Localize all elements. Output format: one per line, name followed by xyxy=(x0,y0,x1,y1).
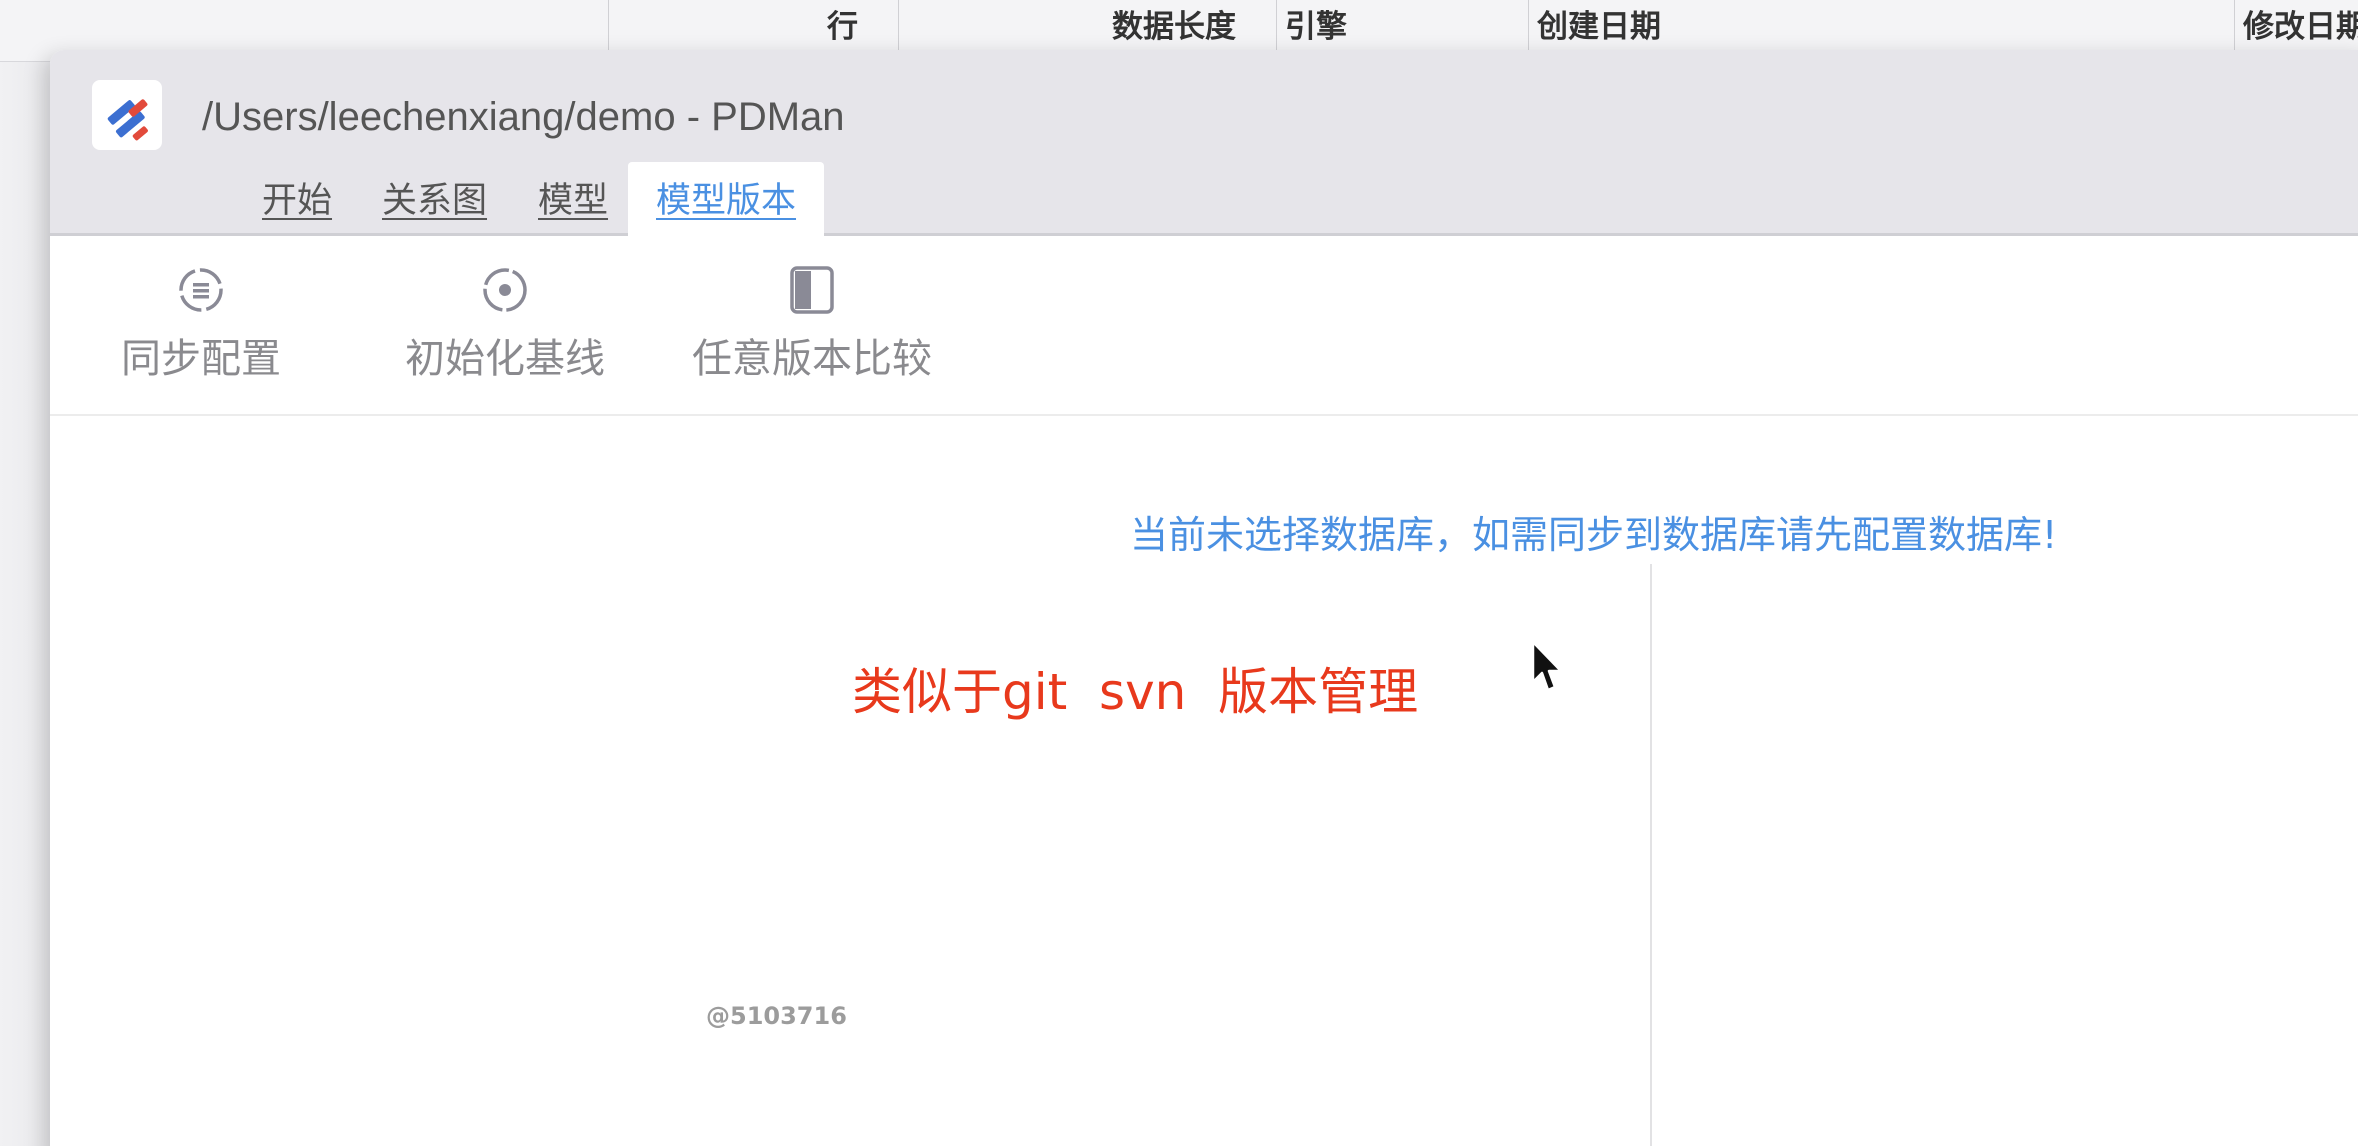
init-baseline-label: 初始化基线 xyxy=(405,336,605,382)
panel-divider[interactable] xyxy=(1650,564,1652,1146)
version-content-area: 当前未选择数据库，如需同步到数据库请先配置数据库! 类似于git svn 版本管… xyxy=(50,416,2358,1146)
titlebar: /Users/leechenxiang/demo - PDMan 开始 关系图 … xyxy=(50,50,2358,236)
annotation-text: 类似于git svn 版本管理 xyxy=(852,663,1419,721)
compare-versions-button[interactable]: 任意版本比较 xyxy=(682,264,942,384)
tab-model[interactable]: 模型 xyxy=(538,162,608,236)
column-header-rows[interactable]: 行 xyxy=(608,0,898,50)
menu-tabs: 开始 关系图 模型 模型版本 xyxy=(50,162,2358,236)
init-baseline-button[interactable]: 初始化基线 xyxy=(400,264,610,384)
column-header-created-date[interactable]: 创建日期 xyxy=(1528,0,2234,50)
sync-config-button[interactable]: 同步配置 xyxy=(116,264,286,384)
tab-start[interactable]: 开始 xyxy=(262,162,332,236)
tab-model-version[interactable]: 模型版本 xyxy=(628,162,825,236)
column-header-modified-date[interactable]: 修改日期 xyxy=(2234,0,2358,50)
compare-versions-label: 任意版本比较 xyxy=(692,336,932,382)
database-notice[interactable]: 当前未选择数据库，如需同步到数据库请先配置数据库! xyxy=(1130,504,2057,559)
sync-config-label: 同步配置 xyxy=(121,336,281,382)
window-title: /Users/leechenxiang/demo - PDMan xyxy=(202,95,845,139)
tab-relationship-diagram[interactable]: 关系图 xyxy=(382,162,487,236)
compare-versions-icon xyxy=(790,266,834,314)
sync-config-icon xyxy=(179,268,223,312)
pdman-logo-icon xyxy=(92,80,162,150)
watermark: @5103716 xyxy=(706,1002,847,1030)
mouse-cursor-icon xyxy=(1531,640,1563,692)
toolbar: 同步配置 初始化基线 任意版本比较 xyxy=(50,236,2358,416)
pdman-window: /Users/leechenxiang/demo - PDMan 开始 关系图 … xyxy=(50,50,2358,1146)
column-header-engine[interactable]: 引擎 xyxy=(1276,0,1528,50)
init-baseline-icon xyxy=(483,268,527,312)
column-header-data-length[interactable]: 数据长度 xyxy=(898,0,1276,50)
